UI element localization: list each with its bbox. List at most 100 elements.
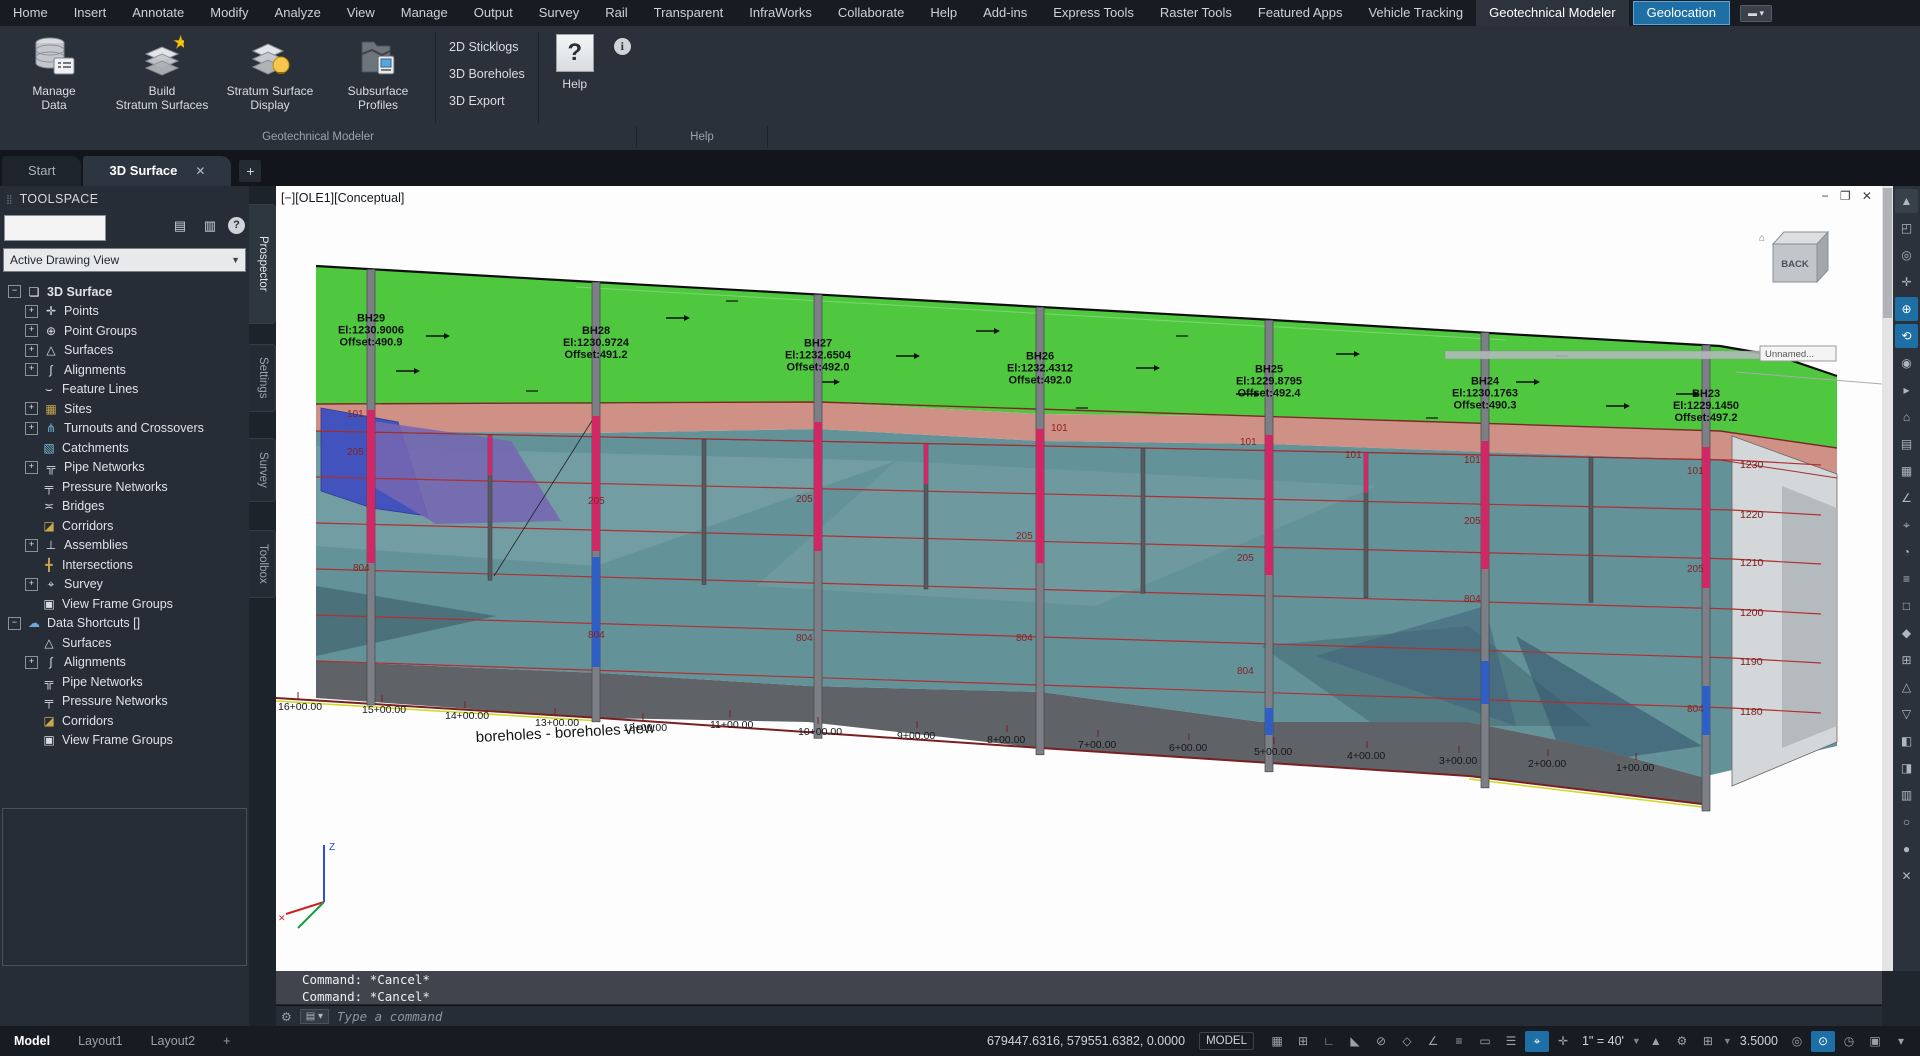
drag-handle-icon[interactable]: ⣿ [6, 194, 14, 205]
snap-icon[interactable]: ⊞ [1291, 1031, 1315, 1052]
navigation-wheel-icon[interactable]: ◎ [1895, 243, 1918, 267]
dynamic-ucs-icon[interactable]: ✛ [1551, 1031, 1575, 1052]
ortho-icon[interactable]: ∟ [1317, 1031, 1341, 1052]
drawing-tab-3d-surface[interactable]: 3D Surface✕ [83, 156, 231, 186]
tree-item-bridges[interactable]: ≍Bridges [0, 497, 249, 517]
layout-tab-layout2[interactable]: Layout2 [137, 1034, 209, 1048]
annotation-scale-button[interactable]: 1" = 40' [1582, 1034, 1624, 1048]
model-space-button[interactable]: MODEL [1199, 1032, 1254, 1050]
command-prompt-icon[interactable]: ▤ ▾ [300, 1009, 329, 1024]
ribbon-panel-label[interactable]: Help [637, 126, 768, 148]
new-layout-button[interactable]: + [209, 1034, 244, 1048]
list-tool-icon[interactable]: ≡ [1895, 567, 1918, 591]
menu-tab-geolocation[interactable]: Geolocation [1633, 1, 1730, 25]
tree-expander-icon[interactable]: + [25, 539, 38, 552]
tree-expander-icon[interactable]: − [8, 285, 21, 298]
menu-tab-survey[interactable]: Survey [526, 0, 592, 26]
build-stratum-surfaces-button[interactable]: ★BuildStratum Surfaces [108, 30, 216, 126]
menu-tab-insert[interactable]: Insert [61, 0, 120, 26]
subsurface-profiles-button[interactable]: SubsurfaceProfiles [324, 30, 432, 126]
zoom-status-icon[interactable]: ⊙ [1811, 1031, 1835, 1052]
menu-tab-featured-apps[interactable]: Featured Apps [1245, 0, 1356, 26]
menu-tab-help[interactable]: Help [917, 0, 970, 26]
tree-item-intersections[interactable]: ╋Intersections [0, 555, 249, 575]
command-input[interactable]: Type a command [337, 1009, 442, 1024]
chevron-down-icon[interactable]: ▼ [1632, 1036, 1641, 1046]
tree-item-pressure-networks[interactable]: ╤Pressure Networks [0, 477, 249, 497]
toolspace-tab-prospector[interactable]: Prospector [249, 204, 276, 324]
object-snap-icon[interactable]: ◇ [1395, 1031, 1419, 1052]
toolspace-title[interactable]: ⣿ TOOLSPACE [0, 186, 249, 212]
tree-item-3d-surface[interactable]: −❏3D Surface [0, 282, 249, 302]
menu-tab-analyze[interactable]: Analyze [262, 0, 334, 26]
menu-tab-vehicle-tracking[interactable]: Vehicle Tracking [1355, 0, 1476, 26]
add-tool-icon[interactable]: ⊞ [1895, 648, 1918, 672]
menu-tab-manage[interactable]: Manage [388, 0, 461, 26]
grid-tool-icon[interactable]: ▦ [1895, 459, 1918, 483]
isolate-objects-icon[interactable]: ◎ [1785, 1031, 1809, 1052]
tree-item-point-groups[interactable]: +⊕Point Groups [0, 321, 249, 341]
close-tool-icon[interactable]: ✕ [1895, 864, 1918, 888]
polar-tracking-icon[interactable]: ◣ [1343, 1031, 1367, 1052]
item-view-toggle-icon[interactable]: ▤ [168, 218, 192, 238]
transparency-icon[interactable]: ▭ [1473, 1031, 1497, 1052]
toolspace-help-icon[interactable]: ? [228, 217, 245, 234]
performance-icon[interactable]: ◷ [1837, 1031, 1861, 1052]
half-left-icon[interactable]: ◧ [1895, 729, 1918, 753]
up-tool-icon[interactable]: △ [1895, 675, 1918, 699]
circle-tool-icon[interactable]: ○ [1895, 810, 1918, 834]
viewport-controls-label[interactable]: [−][OLE1][Conceptual] [281, 191, 404, 205]
viewcube[interactable]: BACK⌂ [1759, 232, 1828, 282]
toolspace-tab-survey[interactable]: Survey [249, 438, 276, 502]
2d-sticklogs-button[interactable]: 2D Sticklogs [449, 34, 525, 61]
menu-tab-modify[interactable]: Modify [197, 0, 261, 26]
tree-item-turnouts-and-crossovers[interactable]: +⋔Turnouts and Crossovers [0, 419, 249, 439]
menu-tab-add-ins[interactable]: Add-ins [970, 0, 1040, 26]
viewcube-tool-icon[interactable]: ◰ [1895, 216, 1918, 240]
3d-osnap-icon[interactable]: ⌖ [1525, 1031, 1549, 1052]
camera-tool-icon[interactable]: ◔ [1895, 540, 1918, 564]
orbit-icon[interactable]: ⟲ [1895, 324, 1918, 348]
new-drawing-tab-button[interactable]: + [239, 160, 261, 182]
layer-tool-icon[interactable]: ▤ [1895, 432, 1918, 456]
menu-tab-express-tools[interactable]: Express Tools [1040, 0, 1147, 26]
status-customize-icon[interactable]: ▾ [1889, 1031, 1913, 1052]
tree-item-points[interactable]: +✛Points [0, 302, 249, 322]
view-selector-dropdown[interactable]: Active Drawing View ▼ [3, 248, 246, 272]
stratum-surface-display-button[interactable]: Stratum SurfaceDisplay [216, 30, 324, 126]
lineweight-icon[interactable]: ≡ [1447, 1031, 1471, 1052]
3d-boreholes-button[interactable]: 3D Boreholes [449, 61, 525, 88]
angle-tool-icon[interactable]: ∠ [1895, 486, 1918, 510]
home-view-icon[interactable]: ⌂ [1895, 405, 1918, 429]
scrollbar-thumb[interactable] [1883, 188, 1892, 318]
center-tool-icon[interactable]: ⌖ [1895, 513, 1918, 537]
tree-expander-icon[interactable]: + [25, 461, 38, 474]
tree-item-survey[interactable]: +⌖Survey [0, 575, 249, 595]
3d-borehole-scene[interactable]: BH29El:1230.9006Offset:490.9BH28El:1230.… [276, 186, 1882, 971]
menu-tab-annotate[interactable]: Annotate [119, 0, 197, 26]
customize-wrench-icon[interactable]: ⚙ [281, 1010, 292, 1024]
pan-icon[interactable]: ✛ [1895, 270, 1918, 294]
workspace-gear-icon[interactable]: ⚙ [1670, 1031, 1694, 1052]
tree-item-feature-lines[interactable]: ⌣Feature Lines [0, 380, 249, 400]
annotation-visibility-icon[interactable]: ▲ [1644, 1031, 1668, 1052]
close-icon[interactable]: ✕ [195, 164, 205, 178]
tree-item-alignments[interactable]: +∫Alignments [0, 360, 249, 380]
tree-expander-icon[interactable]: − [8, 617, 21, 630]
chevron-down-icon[interactable]: ▼ [1723, 1036, 1732, 1046]
tree-expander-icon[interactable]: + [25, 656, 38, 669]
toolspace-search-input[interactable] [4, 215, 106, 241]
half-right-icon[interactable]: ◨ [1895, 756, 1918, 780]
lines-tool-icon[interactable]: ▥ [1895, 783, 1918, 807]
annotation-add-icon[interactable]: ⊞ [1696, 1031, 1720, 1052]
menu-tab-output[interactable]: Output [461, 0, 526, 26]
scroll-up-icon[interactable]: ▲ [1895, 189, 1918, 213]
panel-display-icon[interactable]: ▥ [198, 218, 222, 238]
look-icon[interactable]: ◉ [1895, 351, 1918, 375]
tree-item-assemblies[interactable]: +⊥Assemblies [0, 536, 249, 556]
command-input-row[interactable]: ⚙ ▤ ▾ Type a command [276, 1005, 1882, 1027]
tree-expander-icon[interactable]: + [25, 422, 38, 435]
tree-item-sites[interactable]: +▦Sites [0, 399, 249, 419]
tree-expander-icon[interactable]: + [25, 305, 38, 318]
tree-item-surfaces[interactable]: △Surfaces [0, 633, 249, 653]
